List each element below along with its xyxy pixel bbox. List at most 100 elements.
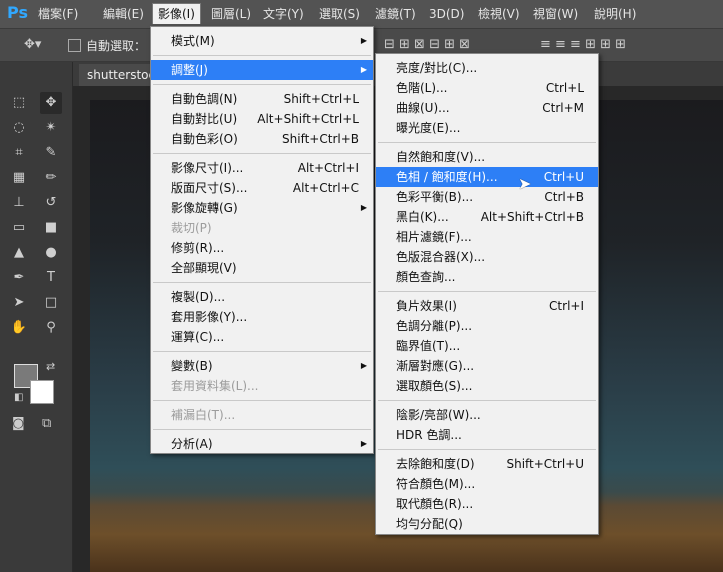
image-menu-item-17[interactable]: 運算(C)... bbox=[151, 327, 373, 347]
eyedropper-tool-icon[interactable]: ✎ bbox=[40, 142, 62, 164]
image-menu-item-label: 裁切(P) bbox=[171, 221, 212, 235]
adjust-menu-item-17[interactable]: 選取顏色(S)... bbox=[376, 376, 598, 396]
lasso-tool-icon[interactable]: ◌ bbox=[8, 117, 30, 139]
adjust-menu-item-label: 黑白(K)... bbox=[396, 210, 449, 224]
type-tool-icon[interactable]: T bbox=[40, 267, 62, 289]
menu-8[interactable]: 檢視(V) bbox=[473, 4, 525, 24]
image-menu-item-label: 模式(M) bbox=[171, 34, 215, 48]
image-menu-item-19[interactable]: 變數(B) ▶ bbox=[151, 356, 373, 376]
adjust-menu-item-3[interactable]: 曝光度(E)... bbox=[376, 118, 598, 138]
adjust-menu-separator bbox=[378, 449, 596, 450]
screen-mode-icon[interactable]: ⧉ bbox=[42, 416, 51, 431]
menu-2[interactable]: 影像(I) bbox=[152, 3, 201, 24]
auto-select-checkbox[interactable] bbox=[68, 39, 81, 52]
image-menu-item-0[interactable]: 模式(M) ▶ bbox=[151, 31, 373, 51]
crop-tool-icon[interactable]: ⌗ bbox=[8, 142, 30, 164]
adjust-menu-item-label: 去除飽和度(D) bbox=[396, 457, 475, 471]
adjust-menu-item-11[interactable]: 顏色查詢... bbox=[376, 267, 598, 287]
adjust-menu-item-16[interactable]: 漸層對應(G)... bbox=[376, 356, 598, 376]
adjust-menu-item-1[interactable]: 色階(L)... Ctrl+L bbox=[376, 78, 598, 98]
adjust-menu-item-10[interactable]: 色版混合器(X)... bbox=[376, 247, 598, 267]
adjust-menu-item-19[interactable]: 陰影/亮部(W)... bbox=[376, 405, 598, 425]
image-menu-item-label: 套用影像(Y)... bbox=[171, 310, 248, 324]
shape-tool-icon[interactable]: □ bbox=[40, 292, 62, 314]
adjust-menu-item-label: 色版混合器(X)... bbox=[396, 250, 486, 264]
menu-3[interactable]: 圖層(L) bbox=[206, 4, 256, 24]
adjust-menu-item-13[interactable]: 負片效果(I) Ctrl+I bbox=[376, 296, 598, 316]
image-menu-item-10[interactable]: 影像旋轉(G) ▶ bbox=[151, 198, 373, 218]
quick-mask-icon[interactable]: ◙ bbox=[12, 416, 25, 431]
healing-brush-tool-icon[interactable]: ▦ bbox=[8, 167, 30, 189]
swap-colors-icon[interactable]: ⇄ bbox=[46, 360, 55, 373]
align-icons[interactable]: ⊟ ⊞ ⊠ ⊟ ⊞ ⊠ bbox=[384, 37, 470, 52]
eraser-tool-icon[interactable]: ▭ bbox=[8, 217, 30, 239]
adjust-menu-item-14[interactable]: 色調分離(P)... bbox=[376, 316, 598, 336]
image-menu-item-24[interactable]: 分析(A) ▶ bbox=[151, 434, 373, 454]
image-menu-item-2[interactable]: 調整(J) ▶ bbox=[151, 60, 373, 80]
adjust-menu-item-label: 自然飽和度(V)... bbox=[396, 150, 486, 164]
menu-6[interactable]: 濾鏡(T) bbox=[370, 4, 421, 24]
adjust-menu-item-25[interactable]: 均勻分配(Q) bbox=[376, 514, 598, 534]
adjust-menu-item-23[interactable]: 符合顏色(M)... bbox=[376, 474, 598, 494]
image-menu-item-6[interactable]: 自動色彩(O) Shift+Ctrl+B bbox=[151, 129, 373, 149]
default-colors-icon[interactable]: ◧ bbox=[14, 392, 23, 403]
menu-10[interactable]: 說明(H) bbox=[589, 4, 641, 24]
history-brush-tool-icon[interactable]: ↺ bbox=[40, 192, 62, 214]
hand-tool-icon[interactable]: ✋ bbox=[8, 317, 30, 339]
move-tool-preset-icon[interactable]: ✥▾ bbox=[24, 37, 41, 52]
image-menu-separator bbox=[153, 351, 371, 352]
menu-9[interactable]: 視窗(W) bbox=[528, 4, 583, 24]
image-menu-item-4[interactable]: 自動色調(N) Shift+Ctrl+L bbox=[151, 89, 373, 109]
magic-wand-tool-icon[interactable]: ✴ bbox=[40, 117, 62, 139]
image-menu-item-12[interactable]: 修剪(R)... bbox=[151, 238, 373, 258]
adjust-menu-item-label: 陰影/亮部(W)... bbox=[396, 408, 481, 422]
clone-stamp-tool-icon[interactable]: ⊥ bbox=[8, 192, 30, 214]
path-selection-tool-icon[interactable]: ➤ bbox=[8, 292, 30, 314]
menu-0[interactable]: 檔案(F) bbox=[33, 4, 83, 24]
move-tool-icon[interactable]: ✥ bbox=[40, 92, 62, 114]
blur-tool-icon[interactable]: ▲ bbox=[8, 242, 30, 264]
adjust-menu-item-label: 均勻分配(Q) bbox=[396, 517, 463, 531]
adjust-menu-item-5[interactable]: 自然飽和度(V)... bbox=[376, 147, 598, 167]
distribute-icons[interactable]: ≡ ≡ ≡ ⊞ ⊞ ⊞ bbox=[540, 37, 626, 52]
image-menu-item-8[interactable]: 影像尺寸(I)... Alt+Ctrl+I bbox=[151, 158, 373, 178]
gradient-tool-icon[interactable]: ■ bbox=[40, 217, 62, 239]
adjust-menu-item-15[interactable]: 臨界值(T)... bbox=[376, 336, 598, 356]
dodge-tool-icon[interactable]: ● bbox=[40, 242, 62, 264]
background-color-swatch[interactable] bbox=[30, 380, 54, 404]
image-menu-item-13[interactable]: 全部顯現(V) bbox=[151, 258, 373, 278]
adjust-menu-item-6[interactable]: 色相 / 飽和度(H)... Ctrl+U bbox=[376, 167, 598, 187]
adjust-menu-item-label: 色階(L)... bbox=[396, 81, 448, 95]
menu-5[interactable]: 選取(S) bbox=[314, 4, 365, 24]
adjust-menu-item-label: HDR 色調... bbox=[396, 428, 462, 442]
menu-4[interactable]: 文字(Y) bbox=[258, 4, 309, 24]
pen-tool-icon[interactable]: ✒ bbox=[8, 267, 30, 289]
adjust-menu-item-9[interactable]: 相片濾鏡(F)... bbox=[376, 227, 598, 247]
image-menu-item-15[interactable]: 複製(D)... bbox=[151, 287, 373, 307]
zoom-tool-icon[interactable]: ⚲ bbox=[40, 317, 62, 339]
auto-select-label: 自動選取： bbox=[86, 39, 147, 53]
brush-tool-icon[interactable]: ✏ bbox=[40, 167, 62, 189]
submenu-arrow-icon: ▶ bbox=[360, 203, 367, 212]
image-menu-item-label: 調整(J) bbox=[171, 63, 208, 77]
menu-7[interactable]: 3D(D) bbox=[424, 4, 469, 24]
adjust-menu-item-label: 顏色查詢... bbox=[396, 270, 456, 284]
adjust-menu-item-2[interactable]: 曲線(U)... Ctrl+M bbox=[376, 98, 598, 118]
marquee-tool-icon[interactable]: ⬚ bbox=[8, 92, 30, 114]
menu-1[interactable]: 編輯(E) bbox=[98, 4, 149, 24]
adjust-menu-item-label: 漸層對應(G)... bbox=[396, 359, 475, 373]
adjust-menu-item-22[interactable]: 去除飽和度(D) Shift+Ctrl+U bbox=[376, 454, 598, 474]
adjust-menu-item-0[interactable]: 亮度/對比(C)... bbox=[376, 58, 598, 78]
image-menu-item-16[interactable]: 套用影像(Y)... bbox=[151, 307, 373, 327]
mouse-cursor-icon: ➤ bbox=[518, 174, 532, 193]
canvas-background-left bbox=[73, 100, 90, 572]
image-menu-item-5[interactable]: 自動對比(U) Alt+Shift+Ctrl+L bbox=[151, 109, 373, 129]
adjust-menu-item-7[interactable]: 色彩平衡(B)... Ctrl+B bbox=[376, 187, 598, 207]
adjustments-submenu: 亮度/對比(C)... 色階(L)... Ctrl+L 曲線(U)... Ctrl+M 曝… bbox=[375, 53, 599, 535]
image-menu-separator bbox=[153, 429, 371, 430]
adjust-menu-item-8[interactable]: 黑白(K)... Alt+Shift+Ctrl+B bbox=[376, 207, 598, 227]
adjust-menu-item-20[interactable]: HDR 色調... bbox=[376, 425, 598, 445]
adjust-menu-item-24[interactable]: 取代顏色(R)... bbox=[376, 494, 598, 514]
image-menu-item-9[interactable]: 版面尺寸(S)... Alt+Ctrl+C bbox=[151, 178, 373, 198]
submenu-arrow-icon: ▶ bbox=[360, 439, 367, 448]
